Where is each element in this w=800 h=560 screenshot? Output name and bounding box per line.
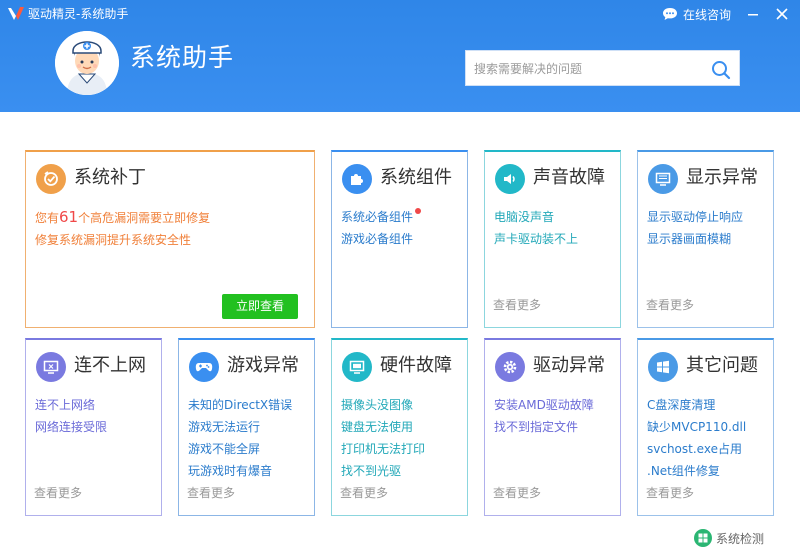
close-icon[interactable] (772, 4, 792, 24)
gear-icon (495, 352, 525, 382)
view-more-link[interactable]: 查看更多 (646, 484, 694, 501)
link-item[interactable]: 缺少MVCP110.dll (647, 416, 746, 438)
doctor-icon (55, 31, 119, 95)
card-display-abnormal[interactable]: 显示异常 显示驱动停止响应 显示器画面模糊 查看更多 (637, 150, 774, 328)
card-title: 系统组件 (380, 167, 452, 188)
doctor-avatar (55, 31, 119, 95)
link-item[interactable]: 找不到指定文件 (494, 416, 594, 438)
card-network[interactable]: 连不上网 连不上网络 网络连接受限 查看更多 (25, 338, 162, 516)
gamepad-icon (189, 352, 219, 382)
system-check-icon (694, 529, 712, 547)
link-item[interactable]: 游戏必备组件 (341, 228, 421, 250)
link-item[interactable]: 打印机无法打印 (341, 438, 425, 460)
link-item[interactable]: 安装AMD驱动故障 (494, 394, 594, 416)
card-system-patch[interactable]: 系统补丁 您有61个高危漏洞需要立即修复 修复系统漏洞提升系统安全性 立即查看 (25, 150, 315, 328)
monitor-icon (648, 164, 678, 194)
link-item[interactable]: .Net组件修复 (647, 460, 746, 482)
view-more-link[interactable]: 查看更多 (340, 484, 388, 501)
hardware-monitor-icon (342, 352, 372, 382)
link-item[interactable]: 连不上网络 (35, 394, 107, 416)
view-now-button[interactable]: 立即查看 (222, 294, 298, 319)
card-sound-fault[interactable]: 声音故障 电脑没声音 声卡驱动装不上 查看更多 (484, 150, 621, 328)
link-item[interactable]: svchost.exe占用 (647, 438, 746, 460)
link-item[interactable]: 电脑没声音 (494, 206, 578, 228)
link-item[interactable]: C盘深度清理 (647, 394, 746, 416)
puzzle-icon (342, 164, 372, 194)
card-hardware-fault[interactable]: 硬件故障 摄像头没图像 键盘无法使用 打印机无法打印 找不到光驱 查看更多 (331, 338, 468, 516)
link-item[interactable]: 游戏不能全屏 (188, 438, 292, 460)
card-title: 其它问题 (686, 355, 758, 376)
link-item[interactable]: 游戏无法运行 (188, 416, 292, 438)
card-title: 硬件故障 (380, 355, 452, 376)
vulnerability-count: 61 (59, 208, 79, 226)
patch-desc-suffix: 个高危漏洞需要立即修复 (78, 211, 211, 225)
patch-desc-prefix: 您有 (35, 211, 60, 225)
link-item[interactable]: 键盘无法使用 (341, 416, 425, 438)
system-check-button[interactable]: 系统检测 (694, 529, 764, 547)
windows-icon (648, 352, 678, 382)
link-item[interactable]: 显示器画面模糊 (647, 228, 743, 250)
link-item[interactable]: 玩游戏时有爆音 (188, 460, 292, 482)
link-item[interactable]: 显示驱动停止响应 (647, 206, 743, 228)
view-more-link[interactable]: 查看更多 (493, 296, 541, 313)
card-title: 游戏异常 (227, 355, 299, 376)
link-item[interactable]: 系统必备组件 (341, 206, 422, 228)
card-title: 连不上网 (74, 355, 146, 376)
online-consult-label: 在线咨询 (683, 7, 732, 22)
network-monitor-icon (36, 352, 66, 382)
page-title: 系统助手 (130, 43, 235, 72)
search-box (465, 50, 740, 86)
link-item[interactable]: 摄像头没图像 (341, 394, 425, 416)
patch-icon (36, 164, 66, 194)
search-icon[interactable] (710, 59, 732, 81)
card-title: 系统补丁 (74, 167, 146, 188)
speaker-icon (495, 164, 525, 194)
card-driver-abnormal[interactable]: 驱动异常 安装AMD驱动故障 找不到指定文件 查看更多 (484, 338, 621, 516)
card-other-issues[interactable]: 其它问题 C盘深度清理 缺少MVCP110.dll svchost.exe占用 … (637, 338, 774, 516)
header-banner: 驱动精灵-系统助手 在线咨询 系统助手 搜索需要解决的问题 (0, 0, 800, 112)
link-item[interactable]: 声卡驱动装不上 (494, 228, 578, 250)
app-logo-icon (8, 7, 24, 20)
new-badge-dot (415, 208, 422, 214)
app-title: 驱动精灵-系统助手 (28, 7, 129, 21)
link-item[interactable]: 网络连接受限 (35, 416, 107, 438)
view-more-link[interactable]: 查看更多 (646, 296, 694, 313)
patch-description: 您有61个高危漏洞需要立即修复 修复系统漏洞提升系统安全性 (35, 206, 210, 251)
search-input[interactable] (474, 59, 699, 79)
link-item[interactable]: 未知的DirectX错误 (188, 394, 292, 416)
minimize-icon[interactable] (743, 4, 763, 24)
card-title: 显示异常 (686, 167, 758, 188)
chat-bubble-icon (663, 8, 677, 20)
view-more-link[interactable]: 查看更多 (187, 484, 235, 501)
patch-desc-line2: 修复系统漏洞提升系统安全性 (35, 233, 192, 247)
card-system-components[interactable]: 系统组件 系统必备组件 游戏必备组件 (331, 150, 468, 328)
online-consult-button[interactable]: 在线咨询 (662, 5, 731, 23)
card-title: 驱动异常 (533, 355, 605, 376)
view-more-link[interactable]: 查看更多 (493, 484, 541, 501)
system-check-label: 系统检测 (716, 531, 765, 546)
link-item[interactable]: 找不到光驱 (341, 460, 425, 482)
card-title: 声音故障 (533, 167, 605, 188)
card-game-abnormal[interactable]: 游戏异常 未知的DirectX错误 游戏无法运行 游戏不能全屏 玩游戏时有爆音 … (178, 338, 315, 516)
view-more-link[interactable]: 查看更多 (34, 484, 82, 501)
title-bar: 驱动精灵-系统助手 在线咨询 (0, 0, 800, 28)
